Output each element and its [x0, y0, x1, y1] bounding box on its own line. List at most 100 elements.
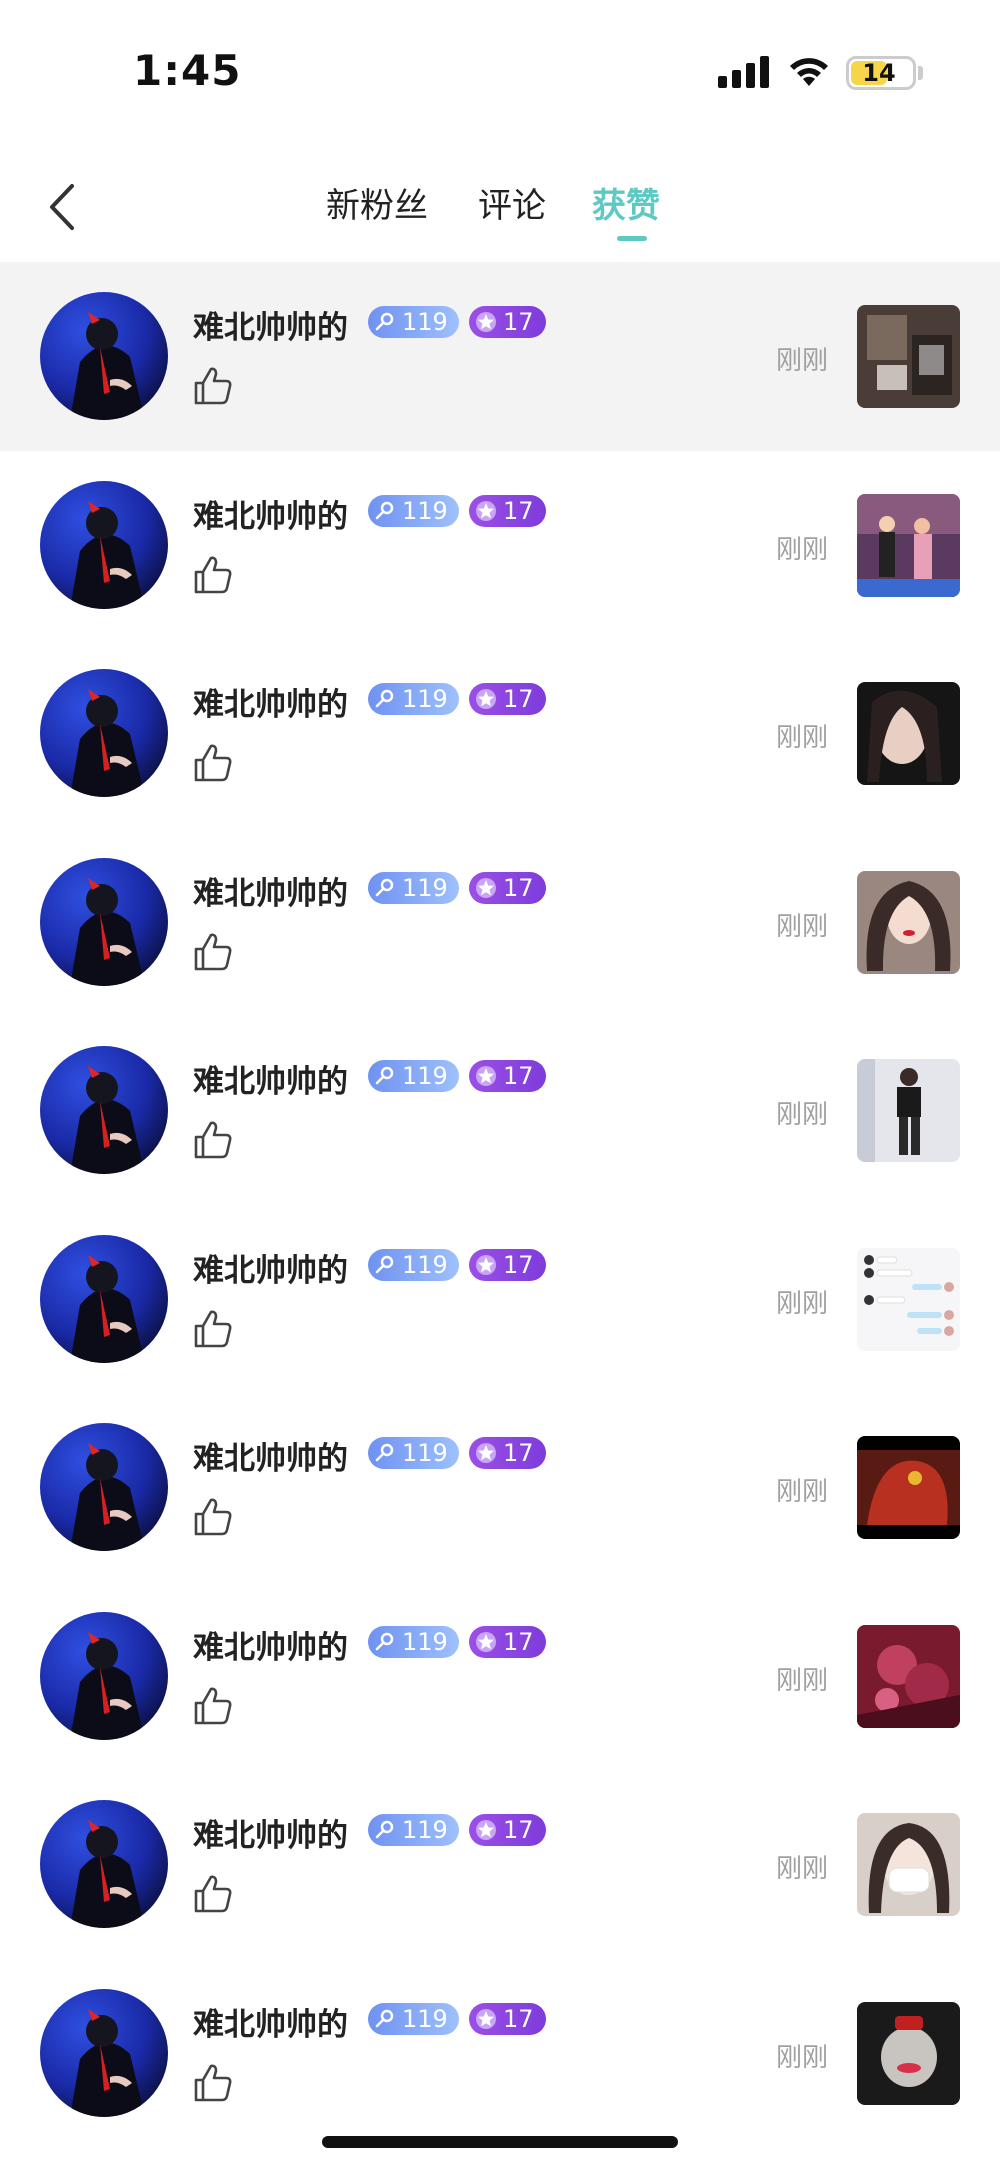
thumbs-up-icon: [194, 744, 232, 782]
avatar[interactable]: [40, 292, 168, 420]
active-tab-indicator: [617, 236, 647, 241]
liked-video-thumbnail[interactable]: [857, 1624, 960, 1728]
fans-club-badge: 119: [368, 306, 459, 338]
star-icon: [476, 500, 496, 521]
timestamp: 刚刚: [776, 723, 829, 753]
user-level-badge: 17: [469, 1625, 546, 1658]
star-icon: [476, 312, 496, 332]
user-level-badge: 17: [469, 2002, 546, 2035]
fans-club-level: 119: [402, 2004, 448, 2033]
like-notification-row[interactable]: 难北帅帅的 119 17 刚刚: [0, 1393, 1000, 1582]
timestamp: 刚刚: [776, 1288, 829, 1319]
avatar[interactable]: [40, 1800, 168, 1928]
battery-icon: 14: [846, 56, 916, 90]
thumbs-up-icon: [194, 1687, 232, 1724]
timestamp: 刚刚: [776, 346, 829, 376]
liked-video-thumbnail[interactable]: [857, 682, 960, 785]
key-icon: [375, 1443, 394, 1462]
username[interactable]: 难北帅帅的: [193, 868, 348, 913]
username[interactable]: 难北帅帅的: [193, 679, 348, 724]
wifi-icon: [790, 58, 828, 86]
username[interactable]: 难北帅帅的: [193, 1810, 348, 1855]
avatar[interactable]: [40, 669, 168, 797]
avatar[interactable]: [40, 480, 168, 609]
like-notification-row[interactable]: 难北帅帅的 119 17 刚刚: [0, 262, 1000, 451]
fans-club-level: 119: [402, 873, 448, 902]
username[interactable]: 难北帅帅的: [193, 1622, 348, 1667]
status-time: 1:45: [133, 46, 242, 95]
fans-club-level: 119: [402, 1250, 448, 1279]
avatar[interactable]: [40, 1046, 168, 1174]
key-icon: [375, 689, 394, 708]
username[interactable]: 难北帅帅的: [193, 491, 348, 536]
fans-club-level: 119: [402, 1816, 448, 1844]
tab-likes[interactable]: 获赞: [592, 178, 660, 227]
liked-video-thumbnail[interactable]: [857, 493, 960, 597]
fans-club-badge: 119: [368, 2002, 459, 2035]
star-icon: [476, 1631, 496, 1652]
timestamp: 刚刚: [776, 1100, 829, 1130]
thumbs-up-icon: [194, 1875, 232, 1913]
likes-list: 难北帅帅的 119 17 刚刚 难北帅帅的 119 17 刚刚 难北帅帅的 11…: [0, 262, 1000, 2147]
fans-club-badge: 119: [368, 1248, 459, 1281]
like-notification-row[interactable]: 难北帅帅的 119 17 刚刚: [0, 1582, 1000, 1771]
thumbs-up-icon: [194, 367, 232, 405]
like-notification-row[interactable]: 难北帅帅的 119 17 刚刚: [0, 828, 1000, 1017]
timestamp: 刚刚: [776, 1477, 829, 1507]
star-icon: [476, 1820, 496, 1840]
liked-video-thumbnail[interactable]: [857, 870, 960, 974]
like-notification-row[interactable]: 难北帅帅的 119 17 刚刚: [0, 1770, 1000, 1959]
star-icon: [476, 1443, 496, 1463]
username[interactable]: 难北帅帅的: [193, 302, 348, 347]
avatar[interactable]: [40, 1423, 168, 1551]
key-icon: [375, 1632, 394, 1650]
liked-video-thumbnail[interactable]: [857, 1059, 960, 1162]
star-icon: [476, 1254, 496, 1275]
tab-new-fans[interactable]: 新粉丝: [326, 178, 428, 227]
user-level: 17: [503, 1439, 534, 1467]
liked-video-thumbnail[interactable]: [857, 305, 960, 408]
timestamp: 刚刚: [776, 1665, 829, 1696]
like-notification-row[interactable]: 难北帅帅的 119 17 刚刚: [0, 639, 1000, 828]
key-icon: [375, 1255, 394, 1273]
liked-video-thumbnail[interactable]: [857, 2001, 960, 2105]
username[interactable]: 难北帅帅的: [193, 1056, 348, 1101]
fans-club-level: 119: [402, 685, 448, 713]
liked-video-thumbnail[interactable]: [857, 1247, 960, 1351]
avatar[interactable]: [40, 1611, 168, 1740]
back-arrow-icon[interactable]: [40, 180, 90, 234]
user-level: 17: [503, 873, 534, 902]
key-icon: [375, 2009, 394, 2027]
star-icon: [476, 877, 496, 898]
like-notification-row[interactable]: 难北帅帅的 119 17 刚刚: [0, 1205, 1000, 1394]
user-level-badge: 17: [469, 1060, 546, 1092]
liked-video-thumbnail[interactable]: [857, 1436, 960, 1539]
tab-comments[interactable]: 评论: [478, 178, 546, 227]
user-level: 17: [503, 1627, 534, 1656]
user-level-badge: 17: [469, 871, 546, 904]
star-icon: [476, 2008, 496, 2029]
user-level: 17: [503, 2004, 534, 2033]
avatar[interactable]: [40, 1988, 168, 2117]
avatar[interactable]: [40, 1234, 168, 1363]
thumbs-up-icon: [194, 556, 232, 593]
fans-club-badge: 119: [368, 1437, 459, 1469]
username[interactable]: 难北帅帅的: [193, 1433, 348, 1478]
like-notification-row[interactable]: 难北帅帅的 119 17 刚刚: [0, 1016, 1000, 1205]
fans-club-badge: 119: [368, 871, 459, 904]
fans-club-level: 119: [402, 496, 448, 525]
key-icon: [375, 1820, 394, 1839]
user-level: 17: [503, 1816, 534, 1844]
timestamp: 刚刚: [776, 911, 829, 942]
liked-video-thumbnail[interactable]: [857, 1813, 960, 1916]
like-notification-row[interactable]: 难北帅帅的 119 17 刚刚: [0, 451, 1000, 640]
user-level-badge: 17: [469, 1814, 546, 1846]
username[interactable]: 难北帅帅的: [193, 1245, 348, 1290]
avatar[interactable]: [40, 857, 168, 986]
username[interactable]: 难北帅帅的: [193, 1999, 348, 2044]
user-level: 17: [503, 1250, 534, 1279]
like-notification-row[interactable]: 难北帅帅的 119 17 刚刚: [0, 1959, 1000, 2148]
fans-club-badge: 119: [368, 1814, 459, 1846]
key-icon: [375, 501, 394, 519]
user-level-badge: 17: [469, 1248, 546, 1281]
